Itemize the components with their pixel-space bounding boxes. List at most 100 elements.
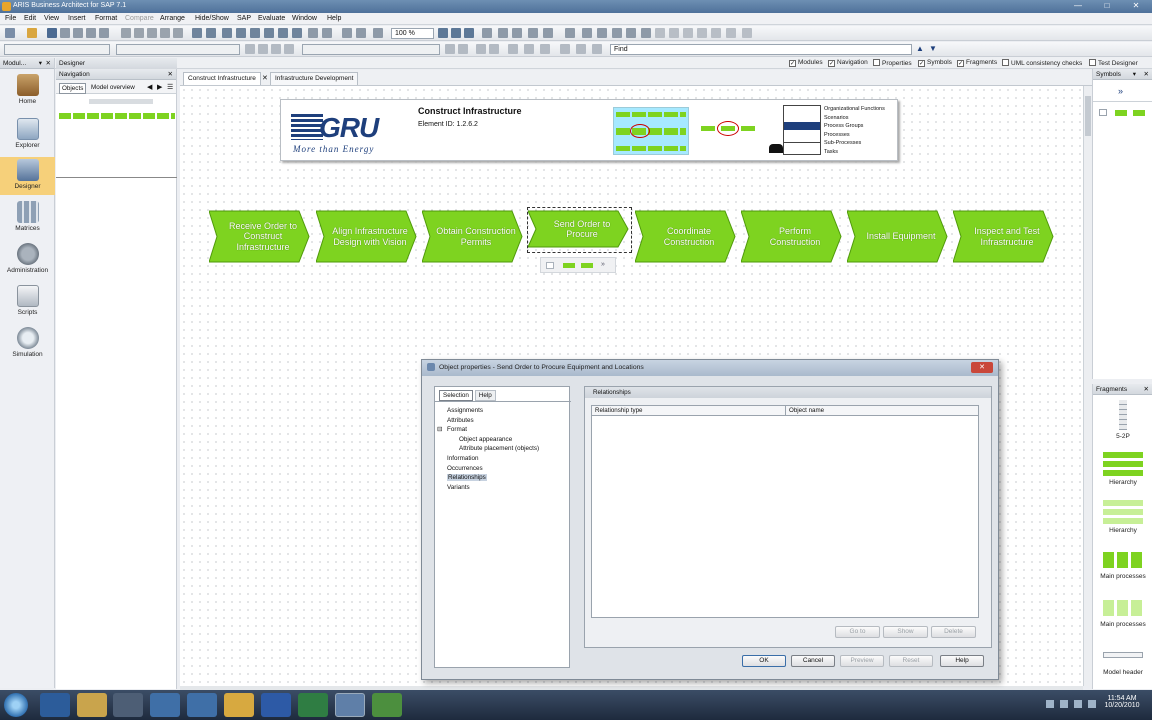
circle-tool-3-icon[interactable] xyxy=(683,28,693,38)
col-object-name[interactable]: Object name xyxy=(786,406,978,416)
collapse-icon[interactable]: ⊟ xyxy=(437,425,442,435)
symbol-function-icon[interactable] xyxy=(1115,110,1127,116)
properties-icon[interactable] xyxy=(86,28,96,38)
close-icon[interactable]: ✕ xyxy=(1122,0,1150,12)
shape-icon[interactable] xyxy=(543,28,553,38)
zoom-in-icon[interactable] xyxy=(438,28,448,38)
menu-evaluate[interactable]: Evaluate xyxy=(258,15,285,22)
tab-model-overview[interactable]: Model overview xyxy=(91,84,135,91)
mini-process-icon[interactable] xyxy=(581,263,593,268)
paragraph-icon[interactable] xyxy=(592,44,602,54)
tree-item[interactable]: Occurrences xyxy=(439,464,539,474)
refresh-icon[interactable] xyxy=(373,28,383,38)
menu-view[interactable]: View xyxy=(44,15,59,22)
find-prev-icon[interactable]: ▲ xyxy=(916,44,924,53)
tree-item[interactable]: Attributes xyxy=(439,416,539,426)
numbered-list-icon[interactable] xyxy=(540,44,550,54)
toggle-fragments[interactable]: ✓ Fragments xyxy=(957,59,997,67)
tree-item[interactable]: Relationships xyxy=(439,473,539,483)
font-color-icon[interactable] xyxy=(508,44,518,54)
info-icon[interactable] xyxy=(206,28,216,38)
zoom-out-icon[interactable] xyxy=(451,28,461,38)
tab-selection[interactable]: Selection xyxy=(439,390,473,401)
close-panel-icon[interactable]: ✕ xyxy=(1144,385,1149,393)
close-tab-icon[interactable]: ✕ xyxy=(262,74,268,82)
col-relationship-type[interactable]: Relationship type xyxy=(592,406,786,416)
folder-taskbar-icon[interactable] xyxy=(224,693,254,717)
circle-tool-1-icon[interactable] xyxy=(655,28,665,38)
tab-objects[interactable]: Objects xyxy=(59,83,87,94)
tree-item[interactable]: Variants xyxy=(439,483,539,493)
volume-icon[interactable] xyxy=(1088,700,1096,708)
delete-icon[interactable] xyxy=(160,28,170,38)
ok-button[interactable]: OK xyxy=(742,655,786,667)
goto-button[interactable]: Go to xyxy=(835,626,880,638)
reset-button[interactable]: Reset xyxy=(889,655,933,667)
indent-icon[interactable] xyxy=(560,44,570,54)
toggle-symbols[interactable]: ✓ Symbols xyxy=(918,59,952,67)
underline-icon[interactable] xyxy=(476,44,486,54)
close-panel-icon[interactable]: ✕ xyxy=(1144,70,1149,78)
nav-menu-icon[interactable]: ☰ xyxy=(167,83,173,91)
dropdown-icon[interactable]: ▾ xyxy=(39,59,42,67)
app-taskbar-icon-1[interactable] xyxy=(150,693,180,717)
table-icon[interactable] xyxy=(597,28,607,38)
tree-item[interactable]: Information xyxy=(439,454,539,464)
mini-function-icon[interactable] xyxy=(563,263,575,268)
module-explorer[interactable]: Explorer xyxy=(0,118,55,156)
menu-insert[interactable]: Insert xyxy=(68,15,86,22)
tab-help[interactable]: Help xyxy=(474,390,496,401)
help-button[interactable]: Help xyxy=(940,655,984,667)
align-icon[interactable] xyxy=(278,28,288,38)
menu-sap[interactable]: SAP xyxy=(237,15,251,22)
style-select[interactable] xyxy=(4,44,110,55)
preview-button[interactable]: Preview xyxy=(840,655,884,667)
mini-more-icon[interactable]: » xyxy=(601,261,605,268)
menu-hide-show[interactable]: Hide/Show xyxy=(195,15,229,22)
symbols-more-icon[interactable]: » xyxy=(1118,86,1123,96)
home-tool-icon[interactable] xyxy=(641,28,651,38)
menu-format[interactable]: Format xyxy=(95,15,117,22)
tray-icon-1[interactable] xyxy=(1046,700,1054,708)
aris-window-taskbar-icon[interactable] xyxy=(372,693,402,717)
process-step[interactable]: Align Infrastructure Design with Vision xyxy=(316,209,418,264)
connector-icon[interactable] xyxy=(528,28,538,38)
process-step[interactable]: Obtain Construction Permits xyxy=(422,209,524,264)
nav-next-icon[interactable]: ▶ xyxy=(157,83,162,91)
dropdown-icon[interactable]: ▾ xyxy=(1133,70,1136,78)
attributes-icon[interactable] xyxy=(99,28,109,38)
new-icon[interactable] xyxy=(5,28,15,38)
dialog-close-icon[interactable]: ✕ xyxy=(971,362,993,373)
arrow-icon[interactable] xyxy=(512,28,522,38)
align-right-icon[interactable] xyxy=(271,44,281,54)
border-icon[interactable] xyxy=(482,28,492,38)
align-center-icon[interactable] xyxy=(258,44,268,54)
circle-tool-5-icon[interactable] xyxy=(711,28,721,38)
format-painter-icon[interactable] xyxy=(173,28,183,38)
overview-thumbnail[interactable] xyxy=(59,113,175,119)
nav-prev-icon[interactable]: ◀ xyxy=(147,83,152,91)
undo-icon[interactable] xyxy=(308,28,318,38)
zoom-select[interactable]: 100 % xyxy=(391,28,434,39)
strikethrough-icon[interactable] xyxy=(489,44,499,54)
minimize-icon[interactable]: — xyxy=(1064,0,1092,12)
menu-edit[interactable]: Edit xyxy=(24,15,36,22)
toggle-test-designer[interactable]: Test Designer xyxy=(1089,59,1138,67)
find-next-icon[interactable]: ▼ xyxy=(929,44,937,53)
vertical-scrollbar[interactable] xyxy=(1083,86,1091,686)
excel-taskbar-icon[interactable] xyxy=(298,693,328,717)
redo-icon[interactable] xyxy=(322,28,332,38)
menu-arrange[interactable]: Arrange xyxy=(160,15,185,22)
module-simulation[interactable]: Simulation xyxy=(0,327,55,365)
toggle-properties[interactable]: Properties xyxy=(873,59,912,67)
maximize-icon[interactable]: □ xyxy=(1093,0,1121,12)
word-taskbar-icon[interactable] xyxy=(261,693,291,717)
copy-icon[interactable] xyxy=(134,28,144,38)
print-icon[interactable] xyxy=(60,28,70,38)
open-icon[interactable] xyxy=(27,28,37,38)
menu-file[interactable]: File xyxy=(5,15,16,22)
menu-compare[interactable]: Compare xyxy=(125,15,154,22)
fragment-main-processes-1[interactable]: Main processes xyxy=(1093,552,1152,580)
module-matrices[interactable]: Matrices xyxy=(0,201,55,239)
menu-window[interactable]: Window xyxy=(292,15,317,22)
